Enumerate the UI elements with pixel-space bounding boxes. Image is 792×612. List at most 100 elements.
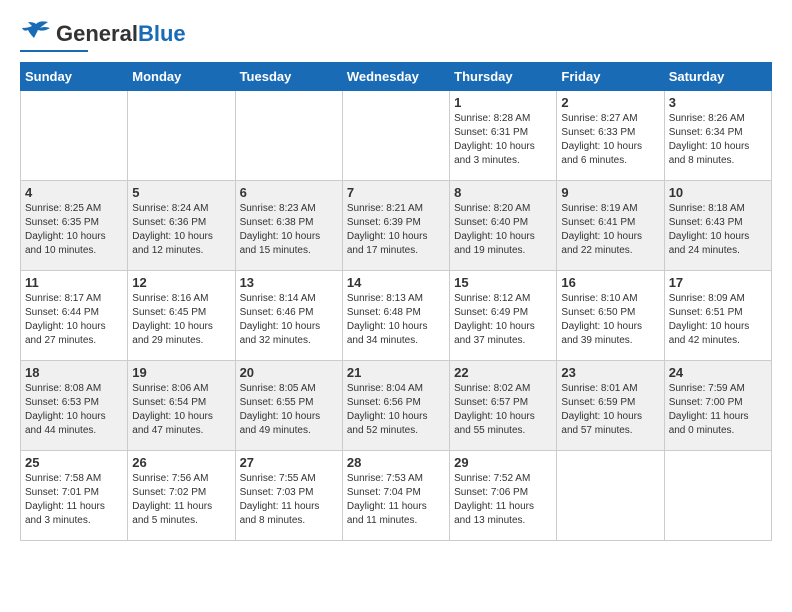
calendar-cell	[21, 91, 128, 181]
calendar-cell: 15 Sunrise: 8:12 AM Sunset: 6:49 PM Dayli…	[450, 271, 557, 361]
calendar-cell: 14 Sunrise: 8:13 AM Sunset: 6:48 PM Dayli…	[342, 271, 449, 361]
calendar-cell: 20 Sunrise: 8:05 AM Sunset: 6:55 PM Dayli…	[235, 361, 342, 451]
calendar-cell: 24 Sunrise: 7:59 AM Sunset: 7:00 PM Dayli…	[664, 361, 771, 451]
header-friday: Friday	[557, 63, 664, 91]
calendar-cell: 3 Sunrise: 8:26 AM Sunset: 6:34 PM Daylig…	[664, 91, 771, 181]
week-row-3: 11 Sunrise: 8:17 AM Sunset: 6:44 PM Dayli…	[21, 271, 772, 361]
day-info: Sunrise: 8:02 AM Sunset: 6:57 PM Dayligh…	[454, 382, 552, 438]
week-row-1: 1 Sunrise: 8:28 AM Sunset: 6:31 PM Daylig…	[21, 91, 772, 181]
calendar-cell: 18 Sunrise: 8:08 AM Sunset: 6:53 PM Dayli…	[21, 361, 128, 451]
calendar-cell	[342, 91, 449, 181]
day-info: Sunrise: 8:08 AM Sunset: 6:53 PM Dayligh…	[25, 382, 123, 438]
day-info: Sunrise: 8:19 AM Sunset: 6:41 PM Dayligh…	[561, 202, 659, 258]
calendar-cell: 26 Sunrise: 7:56 AM Sunset: 7:02 PM Dayli…	[128, 451, 235, 541]
day-info: Sunrise: 8:09 AM Sunset: 6:51 PM Dayligh…	[669, 292, 767, 348]
day-number: 13	[240, 275, 338, 290]
calendar-cell: 10Sunrise: 8:18 AM Sunset: 6:43 PM Dayli…	[664, 181, 771, 271]
logo-text: GeneralBlue	[56, 21, 186, 47]
day-info: Sunrise: 8:10 AM Sunset: 6:50 PM Dayligh…	[561, 292, 659, 348]
day-number: 17	[669, 275, 767, 290]
day-info: Sunrise: 8:13 AM Sunset: 6:48 PM Dayligh…	[347, 292, 445, 348]
calendar-cell: 17 Sunrise: 8:09 AM Sunset: 6:51 PM Dayli…	[664, 271, 771, 361]
calendar-header-row: SundayMondayTuesdayWednesdayThursdayFrid…	[21, 63, 772, 91]
calendar-cell	[664, 451, 771, 541]
header-wednesday: Wednesday	[342, 63, 449, 91]
calendar-cell: 28 Sunrise: 7:53 AM Sunset: 7:04 PM Dayli…	[342, 451, 449, 541]
day-number: 4	[25, 185, 123, 200]
day-info: Sunrise: 8:26 AM Sunset: 6:34 PM Dayligh…	[669, 112, 767, 168]
day-info: Sunrise: 8:14 AM Sunset: 6:46 PM Dayligh…	[240, 292, 338, 348]
week-row-2: 4Sunrise: 8:25 AM Sunset: 6:35 PM Daylig…	[21, 181, 772, 271]
day-info: Sunrise: 7:58 AM Sunset: 7:01 PM Dayligh…	[25, 472, 123, 528]
day-number: 28	[347, 455, 445, 470]
day-info: Sunrise: 8:20 AM Sunset: 6:40 PM Dayligh…	[454, 202, 552, 258]
day-info: Sunrise: 8:17 AM Sunset: 6:44 PM Dayligh…	[25, 292, 123, 348]
calendar-cell: 23 Sunrise: 8:01 AM Sunset: 6:59 PM Dayli…	[557, 361, 664, 451]
calendar-cell: 1 Sunrise: 8:28 AM Sunset: 6:31 PM Daylig…	[450, 91, 557, 181]
day-number: 11	[25, 275, 123, 290]
day-info: Sunrise: 8:21 AM Sunset: 6:39 PM Dayligh…	[347, 202, 445, 258]
day-info: Sunrise: 8:12 AM Sunset: 6:49 PM Dayligh…	[454, 292, 552, 348]
day-number: 29	[454, 455, 552, 470]
calendar-cell: 13 Sunrise: 8:14 AM Sunset: 6:46 PM Dayli…	[235, 271, 342, 361]
day-number: 24	[669, 365, 767, 380]
day-number: 10	[669, 185, 767, 200]
day-number: 21	[347, 365, 445, 380]
day-number: 9	[561, 185, 659, 200]
day-number: 8	[454, 185, 552, 200]
header-thursday: Thursday	[450, 63, 557, 91]
day-info: Sunrise: 7:56 AM Sunset: 7:02 PM Dayligh…	[132, 472, 230, 528]
day-number: 6	[240, 185, 338, 200]
day-number: 3	[669, 95, 767, 110]
day-info: Sunrise: 7:53 AM Sunset: 7:04 PM Dayligh…	[347, 472, 445, 528]
calendar-cell: 5Sunrise: 8:24 AM Sunset: 6:36 PM Daylig…	[128, 181, 235, 271]
day-info: Sunrise: 7:59 AM Sunset: 7:00 PM Dayligh…	[669, 382, 767, 438]
calendar-cell	[557, 451, 664, 541]
header-monday: Monday	[128, 63, 235, 91]
calendar-cell: 7Sunrise: 8:21 AM Sunset: 6:39 PM Daylig…	[342, 181, 449, 271]
day-info: Sunrise: 8:01 AM Sunset: 6:59 PM Dayligh…	[561, 382, 659, 438]
calendar-cell: 21 Sunrise: 8:04 AM Sunset: 6:56 PM Dayli…	[342, 361, 449, 451]
day-number: 12	[132, 275, 230, 290]
calendar-cell: 2 Sunrise: 8:27 AM Sunset: 6:33 PM Daylig…	[557, 91, 664, 181]
day-number: 15	[454, 275, 552, 290]
calendar-cell: 16Sunrise: 8:10 AM Sunset: 6:50 PM Dayli…	[557, 271, 664, 361]
day-number: 14	[347, 275, 445, 290]
calendar-cell: 29 Sunrise: 7:52 AM Sunset: 7:06 PM Dayli…	[450, 451, 557, 541]
day-number: 22	[454, 365, 552, 380]
day-number: 25	[25, 455, 123, 470]
calendar-cell	[128, 91, 235, 181]
page-header: GeneralBlue	[20, 20, 772, 52]
calendar-cell: 4Sunrise: 8:25 AM Sunset: 6:35 PM Daylig…	[21, 181, 128, 271]
header-sunday: Sunday	[21, 63, 128, 91]
day-info: Sunrise: 7:52 AM Sunset: 7:06 PM Dayligh…	[454, 472, 552, 528]
day-number: 1	[454, 95, 552, 110]
calendar-cell: 25 Sunrise: 7:58 AM Sunset: 7:01 PM Dayli…	[21, 451, 128, 541]
day-number: 27	[240, 455, 338, 470]
calendar-cell: 12 Sunrise: 8:16 AM Sunset: 6:45 PM Dayli…	[128, 271, 235, 361]
calendar-cell: 19Sunrise: 8:06 AM Sunset: 6:54 PM Dayli…	[128, 361, 235, 451]
calendar-cell: 27 Sunrise: 7:55 AM Sunset: 7:03 PM Dayli…	[235, 451, 342, 541]
day-number: 20	[240, 365, 338, 380]
day-info: Sunrise: 8:28 AM Sunset: 6:31 PM Dayligh…	[454, 112, 552, 168]
day-number: 5	[132, 185, 230, 200]
calendar-cell: 9 Sunrise: 8:19 AM Sunset: 6:41 PM Daylig…	[557, 181, 664, 271]
header-tuesday: Tuesday	[235, 63, 342, 91]
day-info: Sunrise: 8:04 AM Sunset: 6:56 PM Dayligh…	[347, 382, 445, 438]
day-info: Sunrise: 8:05 AM Sunset: 6:55 PM Dayligh…	[240, 382, 338, 438]
day-info: Sunrise: 8:06 AM Sunset: 6:54 PM Dayligh…	[132, 382, 230, 438]
day-number: 18	[25, 365, 123, 380]
day-info: Sunrise: 7:55 AM Sunset: 7:03 PM Dayligh…	[240, 472, 338, 528]
day-number: 23	[561, 365, 659, 380]
calendar-table: SundayMondayTuesdayWednesdayThursdayFrid…	[20, 62, 772, 541]
calendar-cell: 11 Sunrise: 8:17 AM Sunset: 6:44 PM Dayli…	[21, 271, 128, 361]
week-row-5: 25 Sunrise: 7:58 AM Sunset: 7:01 PM Dayli…	[21, 451, 772, 541]
calendar-cell: 6Sunrise: 8:23 AM Sunset: 6:38 PM Daylig…	[235, 181, 342, 271]
day-number: 26	[132, 455, 230, 470]
day-info: Sunrise: 8:16 AM Sunset: 6:45 PM Dayligh…	[132, 292, 230, 348]
logo-bird-icon	[20, 20, 52, 48]
day-number: 2	[561, 95, 659, 110]
day-info: Sunrise: 8:27 AM Sunset: 6:33 PM Dayligh…	[561, 112, 659, 168]
header-saturday: Saturday	[664, 63, 771, 91]
calendar-cell: 22 Sunrise: 8:02 AM Sunset: 6:57 PM Dayli…	[450, 361, 557, 451]
